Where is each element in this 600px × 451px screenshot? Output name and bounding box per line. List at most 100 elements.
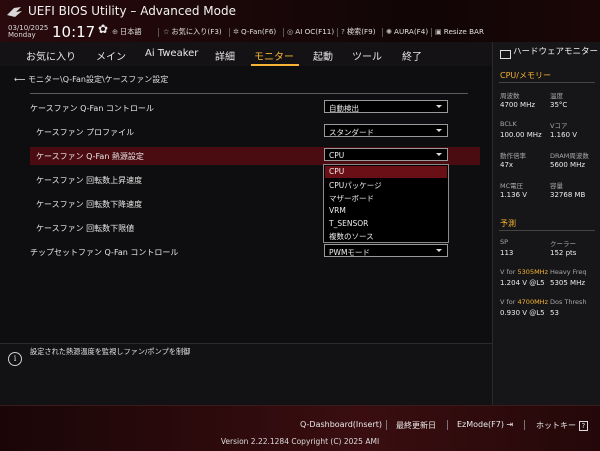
tab-boot[interactable]: 起動 (313, 48, 333, 63)
help-icon: ? (341, 27, 345, 36)
stat-label: MC電圧 (500, 182, 524, 190)
stat-label: SP (500, 238, 509, 246)
gear-icon[interactable]: ✿ (98, 22, 108, 36)
stat-label: BCLK (500, 120, 517, 128)
option-cpu[interactable]: CPU (325, 166, 447, 178)
ai-oc-button[interactable]: ◎ AI OC(F11) (287, 27, 334, 36)
option-vrm[interactable]: VRM (325, 205, 447, 217)
stat-label: Heavy Freq (550, 268, 587, 276)
hotkeys-button[interactable]: ホットキー ? (536, 420, 589, 431)
case-fan-profile-select[interactable]: スタンダード (324, 124, 448, 137)
rog-logo-icon (7, 7, 22, 17)
aura-icon: ✺ (386, 27, 393, 36)
capacity-value: 32768 MB (550, 191, 586, 199)
stat-label: V for 5305MHz (500, 268, 548, 276)
setting-row-case-fan-qfan-control[interactable]: ケースファン Q-Fan コントロール 自動検出 (30, 99, 480, 117)
mc-voltage-value: 1.136 V (500, 191, 528, 199)
heat-source-options-list: CPU CPUパッケージ マザーボード VRM T_SENSOR 複数のソース (323, 164, 449, 243)
main-menu: お気に入り メイン Ai Tweaker 詳細 モニター 起動 ツール 終了 (0, 42, 492, 67)
divider (30, 93, 468, 94)
setting-row-case-fan-profile[interactable]: ケースファン プロファイル スタンダード (30, 123, 480, 141)
search-button[interactable]: ? 検索(F9) (341, 27, 376, 37)
help-box-icon: ? (578, 421, 589, 431)
stat-label: DRAM周波数 (550, 152, 589, 160)
chevron-down-icon (436, 153, 442, 156)
tab-main[interactable]: メイン (96, 48, 126, 63)
favorites-button[interactable]: ☆ お気に入り(F3) (163, 27, 222, 37)
day-text: Monday (8, 31, 36, 39)
cpu-memory-section-title: CPU/メモリー (500, 71, 551, 80)
option-multiple-sources[interactable]: 複数のソース (325, 230, 447, 242)
cpu-temperature-value: 35°C (550, 101, 568, 109)
chevron-down-icon (436, 105, 442, 108)
info-icon: i (8, 352, 22, 366)
ez-mode-button[interactable]: EzMode(F7) ⇥ (457, 420, 513, 429)
resize-bar-button[interactable]: ▣ Resize BAR (435, 27, 484, 36)
aura-button[interactable]: ✺ AURA(F4) (386, 27, 428, 36)
monitor-icon (500, 50, 511, 59)
back-arrow-icon[interactable]: ⟵ (14, 75, 25, 84)
case-fan-heat-source-select[interactable]: CPU (324, 148, 448, 161)
chevron-down-icon (436, 249, 442, 252)
dos-thresh-value: 53 (550, 309, 559, 317)
footer-bar: Q-Dashboard(Insert) 最終更新日 EzMode(F7) ⇥ ホ… (0, 405, 600, 451)
setting-row-case-fan-heat-source[interactable]: ケースファン Q-Fan 熱源設定 CPU (30, 147, 480, 165)
last-modified-button[interactable]: 最終更新日 (396, 420, 436, 431)
globe-icon: ⊕ (112, 27, 119, 36)
option-cpu-package[interactable]: CPUパッケージ (325, 179, 447, 191)
q-dashboard-button[interactable]: Q-Dashboard(Insert) (300, 420, 382, 429)
date-display: 03/10/2025 Monday (8, 25, 48, 39)
star-icon: ☆ (163, 27, 170, 36)
vcore-value: 1.160 V (550, 131, 578, 139)
tab-advanced[interactable]: 詳細 (215, 48, 235, 63)
v-for-base-freq-value: 0.930 V @L5 (500, 309, 545, 317)
language-button[interactable]: ⊕ 日本語 (112, 27, 142, 37)
setting-label: ケースファン 回転数下降速度 (36, 200, 143, 209)
stat-label: 動作倍率 (500, 152, 526, 160)
setting-label: ケースファン Q-Fan 熱源設定 (36, 152, 144, 161)
breadcrumb[interactable]: ⟵ モニター\Q-Fan設定\ケースファン設定 (14, 74, 168, 85)
setting-row-chipset-fan-qfan-control[interactable]: チップセットファン Q-Fan コントロール PWMモード (30, 243, 480, 261)
setting-label: チップセットファン Q-Fan コントロール (30, 248, 179, 257)
stat-label: 温度 (550, 92, 563, 100)
heavy-freq-value: 5305 MHz (550, 279, 586, 287)
dram-frequency-value: 5600 MHz (550, 161, 586, 169)
tab-tool[interactable]: ツール (352, 48, 382, 63)
hardware-monitor-panel: ハードウェアモニター CPU/メモリー 周波数 温度 4700 MHz 35°C… (492, 42, 600, 405)
version-text: Version 2.22.1284 Copyright (C) 2025 AMI (220, 437, 380, 446)
prediction-section-title: 予測 (500, 219, 516, 228)
app-title: UEFI BIOS Utility – Advanced Mode (28, 4, 236, 18)
case-fan-qfan-control-select[interactable]: 自動検出 (324, 100, 448, 113)
option-t-sensor[interactable]: T_SENSOR (325, 218, 447, 230)
qfan-button[interactable]: ✲ Q-Fan(F6) (233, 27, 276, 36)
setting-label: ケースファン プロファイル (36, 128, 135, 137)
setting-label: ケースファン 回転数下限値 (36, 224, 135, 233)
clock-time: 10:17 (52, 23, 96, 41)
stat-label: Dos Thresh (550, 298, 587, 306)
bclk-value: 100.00 MHz (500, 131, 542, 139)
option-motherboard[interactable]: マザーボード (325, 192, 447, 204)
help-text: 設定された熱源温度を監視しファン/ポンプを制御 (30, 347, 191, 356)
setting-label: ケースファン 回転数上昇速度 (36, 176, 143, 185)
tab-monitor[interactable]: モニター (254, 48, 294, 63)
stat-label: クーラー (550, 240, 576, 248)
sp-value: 113 (500, 249, 514, 257)
cooler-value: 152 pts (550, 249, 577, 257)
v-for-high-freq-value: 1.204 V @L5 (500, 279, 545, 287)
tab-exit[interactable]: 終了 (402, 48, 422, 63)
cpu-frequency-value: 4700 MHz (500, 101, 536, 109)
tab-favorites[interactable]: お気に入り (26, 48, 76, 63)
fan-icon: ✲ (233, 27, 240, 36)
chipset-fan-qfan-control-select[interactable]: PWMモード (324, 244, 448, 257)
title-bar: UEFI BIOS Utility – Advanced Mode 03/10/… (0, 0, 600, 42)
tab-ai-tweaker[interactable]: Ai Tweaker (145, 48, 198, 59)
setting-label: ケースファン Q-Fan コントロール (30, 104, 154, 113)
chevron-down-icon (436, 129, 442, 132)
stat-label: 周波数 (500, 92, 520, 100)
ratio-value: 47x (500, 161, 514, 169)
stat-label: V for 4700MHz (500, 298, 548, 306)
hardware-monitor-title: ハードウェアモニター (513, 47, 599, 57)
help-panel: i 設定された熱源温度を監視しファン/ポンプを制御 (0, 343, 492, 406)
stat-label: 容量 (550, 182, 563, 190)
resize-icon: ▣ (435, 27, 442, 36)
